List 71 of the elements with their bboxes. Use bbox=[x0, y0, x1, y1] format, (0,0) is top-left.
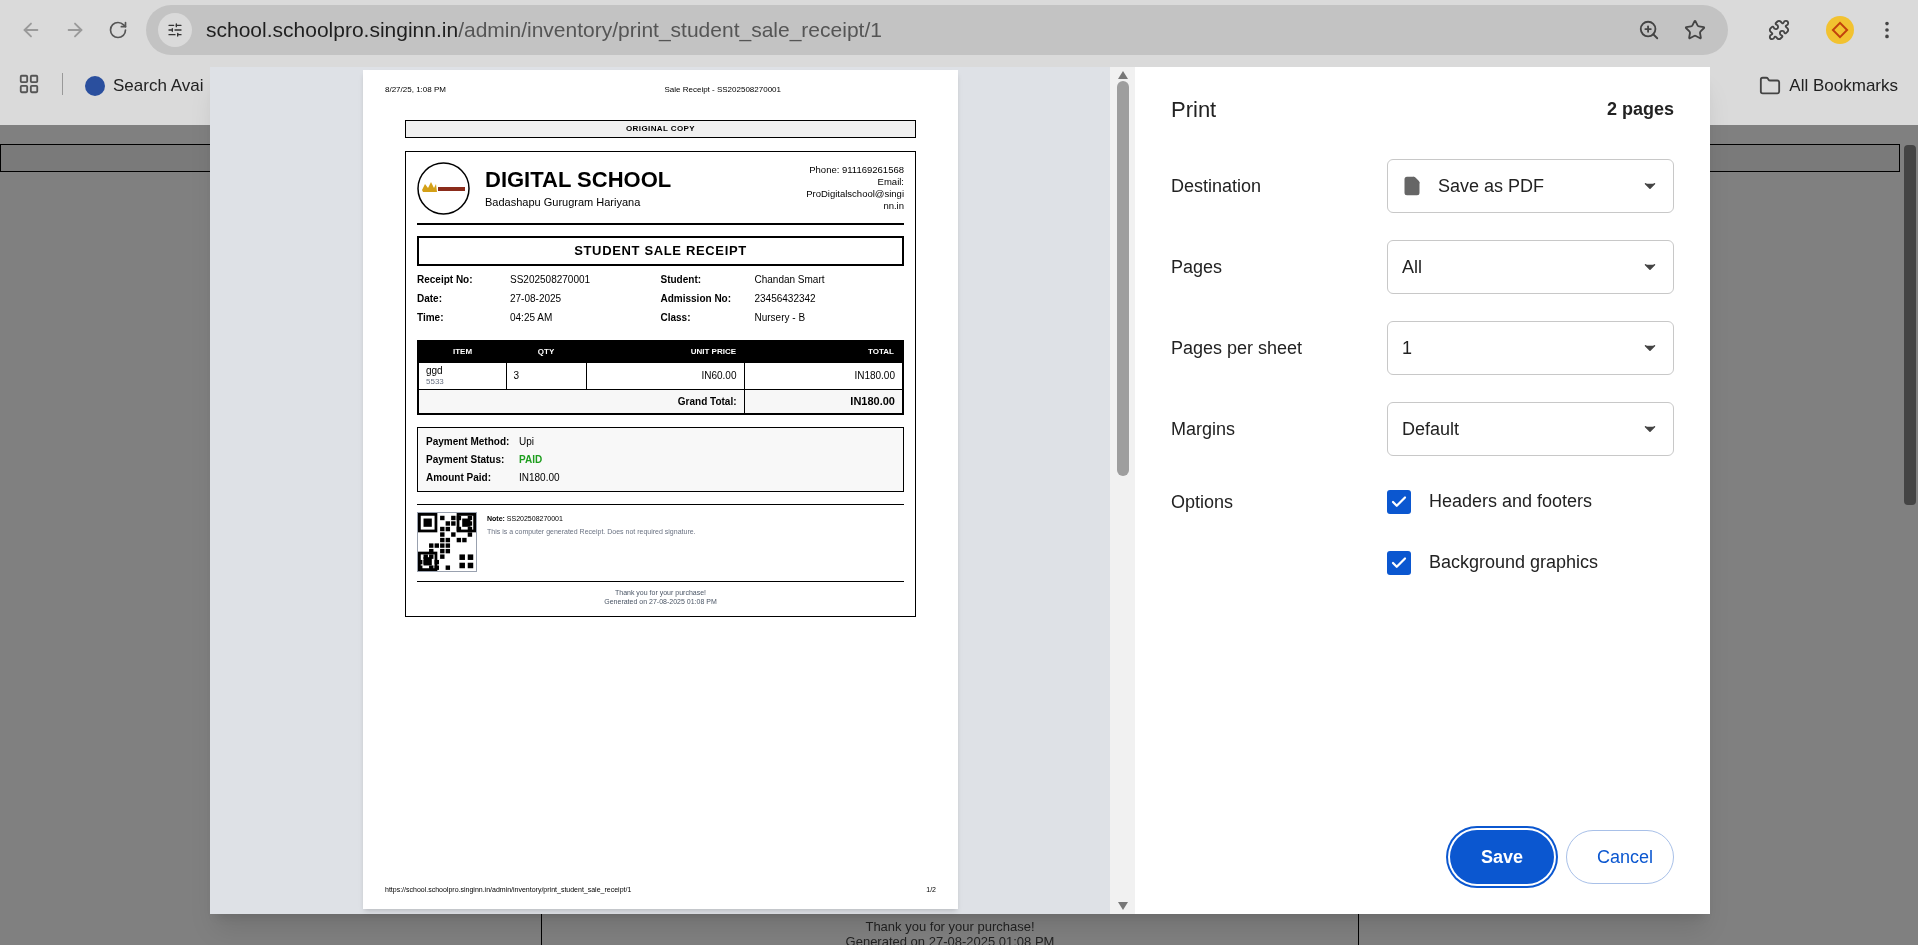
table-cell: IN60.00 bbox=[586, 362, 744, 389]
detail-value: Nursery - B bbox=[754, 310, 806, 325]
column-header: UNIT PRICE bbox=[586, 340, 744, 362]
school-logo-icon bbox=[417, 162, 470, 215]
receipt-title: STUDENT SALE RECEIPT bbox=[417, 236, 904, 266]
payment-status: PAID bbox=[519, 452, 543, 467]
payment-label: Payment Status: bbox=[426, 452, 506, 467]
detail-label: Student: bbox=[660, 272, 703, 287]
table-cell: IN180.00 bbox=[744, 362, 903, 389]
print-date: 8/27/25, 1:08 PM bbox=[385, 84, 446, 96]
payment-value: Upi bbox=[519, 434, 534, 449]
copy-label: ORIGINAL COPY bbox=[405, 120, 916, 138]
item-name: ggd bbox=[426, 364, 444, 376]
detail-value: Chandan Smart bbox=[754, 272, 825, 287]
detail-value: 23456432342 bbox=[754, 291, 816, 306]
detail-label: Receipt No: bbox=[417, 272, 474, 287]
apps-icon[interactable] bbox=[18, 73, 40, 95]
address-bar[interactable]: school.schoolpro.singinn.in/admin/inventory/print_student_sale_receipt/1 bbox=[146, 4, 1728, 55]
footer-text: Thank you for your purchase! bbox=[865, 919, 1035, 934]
page-count: 2 pages bbox=[1606, 98, 1674, 121]
print-title: Sale Receipt - SS202508270001 bbox=[664, 84, 781, 96]
setting-label: Destination bbox=[1171, 174, 1263, 198]
checkbox-option[interactable]: Background graphics bbox=[1387, 544, 1599, 576]
setting-label: Pages per sheet bbox=[1171, 336, 1304, 360]
bookmark-link[interactable]: Search Avai bbox=[85, 73, 204, 99]
contact-text: Phone: 911169261568 bbox=[809, 164, 904, 176]
column-header: TOTAL bbox=[744, 340, 903, 362]
table-cell: 3 bbox=[506, 362, 586, 389]
detail-value: 04:25 AM bbox=[510, 310, 553, 325]
checkbox[interactable] bbox=[1387, 489, 1411, 514]
select-field[interactable]: Save as PDF bbox=[1387, 159, 1674, 213]
bookmark-star-icon[interactable] bbox=[1684, 18, 1706, 41]
all-bookmarks-link[interactable]: All Bookmarks bbox=[1759, 73, 1898, 99]
select-field[interactable]: 1 bbox=[1387, 321, 1674, 375]
zoom-icon[interactable] bbox=[1638, 18, 1660, 41]
detail-value: SS202508270001 bbox=[510, 272, 591, 287]
select-field[interactable]: All bbox=[1387, 240, 1674, 294]
column-header: QTY bbox=[506, 340, 586, 362]
payment-label: Amount Paid: bbox=[426, 470, 492, 485]
setting-label: Options bbox=[1171, 491, 1235, 514]
checkbox-option[interactable]: Headers and footers bbox=[1387, 483, 1599, 515]
detail-label: Date: bbox=[417, 291, 443, 306]
reload-icon[interactable] bbox=[108, 19, 128, 40]
url-text: school.schoolpro.singinn.in/admin/inventory/print_student_sale_receipt/1 bbox=[206, 16, 882, 44]
qr-code-icon bbox=[417, 511, 477, 572]
file-icon bbox=[1402, 176, 1422, 196]
payment-value: IN180.00 bbox=[519, 470, 560, 485]
scroll-down-arrow-icon[interactable] bbox=[1117, 902, 1128, 910]
profile-avatar[interactable] bbox=[1826, 15, 1854, 44]
checkbox[interactable] bbox=[1387, 550, 1411, 575]
folder-icon bbox=[1759, 74, 1782, 97]
detail-value: 27-08-2025 bbox=[510, 291, 562, 306]
extensions-icon[interactable] bbox=[1768, 18, 1790, 41]
payment-label: Payment Method: bbox=[426, 434, 511, 449]
dialog-title: Print bbox=[1171, 96, 1217, 124]
setting-label: Pages bbox=[1171, 255, 1224, 279]
school-name: DIGITAL SCHOOL bbox=[485, 169, 672, 191]
detail-label: Admission No: bbox=[660, 291, 733, 306]
scrollbar-thumb[interactable] bbox=[1116, 81, 1129, 476]
contact-text: Email: bbox=[877, 176, 904, 188]
detail-label: Time: bbox=[417, 310, 445, 325]
contact-text: ProDigitalschool@singi bbox=[806, 188, 904, 200]
site-info-icon bbox=[158, 12, 192, 47]
scroll-up-arrow-icon[interactable] bbox=[1117, 71, 1128, 79]
column-header: ITEM bbox=[418, 340, 506, 362]
school-address: Badashapu Gurugram Hariyana bbox=[485, 195, 642, 210]
setting-label: Margins bbox=[1171, 417, 1237, 441]
detail-label: Class: bbox=[660, 310, 692, 325]
contact-text: nn.in bbox=[883, 200, 904, 212]
item-code: 5533 bbox=[426, 376, 445, 387]
select-field[interactable]: Default bbox=[1387, 402, 1674, 456]
